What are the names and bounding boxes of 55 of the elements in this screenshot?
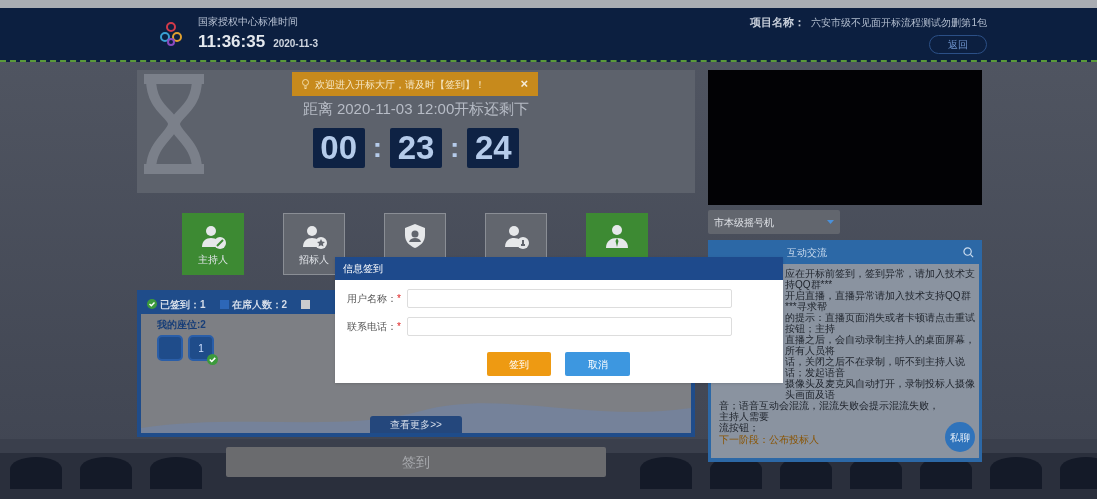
chat-text-line: 流按钮； — [718, 422, 759, 433]
clock-date: 2020-11-3 — [273, 36, 319, 51]
input-field[interactable] — [407, 317, 732, 336]
chat-text-line: 的提示：直播页面消失或者卡顿请点击重试按钮；主持 — [784, 312, 975, 334]
toast-text: 欢迎进入开标大厅，请及时【签到】！ — [315, 77, 485, 92]
next-stage-text: 下一阶段：公布投标人 — [718, 434, 819, 445]
countdown-hours: 00 — [312, 127, 365, 168]
required-mark: * — [397, 320, 402, 334]
shield-user-icon — [402, 223, 428, 249]
dialog-title: 信息签到 — [343, 262, 383, 276]
colon: : — [450, 130, 460, 165]
chat-title: 互动交流 — [787, 245, 827, 260]
close-button[interactable]: × — [520, 74, 528, 94]
chat-text-line: 摄像头及麦克风自动打开，录制投标人摄像头画面及语 — [785, 378, 975, 400]
signed-count: 已签到：1 — [160, 297, 206, 312]
chat-text-line: 话，关闭之后不在录制，听不到主持人说话；发起语音 — [784, 356, 966, 378]
my-seat-label: 我的座位:2 — [157, 318, 206, 332]
colon: : — [372, 130, 382, 165]
field-label: 用户名称： — [347, 292, 397, 306]
input-field[interactable] — [407, 289, 732, 308]
field-label: 联系电话： — [347, 320, 397, 334]
countdown-title: 距离 2020-11-03 12:00开标还剩下 — [302, 99, 530, 119]
legend-square — [219, 299, 229, 309]
bulb-icon — [302, 79, 309, 89]
user-badge-icon — [503, 223, 529, 249]
clock-time: 11:36:35 — [198, 30, 266, 53]
seat-number: 1 — [198, 341, 204, 356]
cancel-button[interactable]: 取消 — [565, 352, 630, 376]
sign-in-button[interactable]: 签到 — [226, 447, 606, 477]
user-star-icon — [301, 223, 327, 249]
role-tile[interactable]: 主持人 — [182, 213, 244, 275]
check-icon — [207, 354, 218, 365]
user-pen-icon — [200, 223, 226, 249]
project-name: 六安市级不见面开标流程测试勿删第1包 — [811, 16, 987, 31]
chat-text-line: 音；语音互动会混流，混流失败会提示混流失败，主持人需要 — [718, 400, 940, 422]
countdown-minutes: 23 — [390, 127, 442, 168]
legend-square — [301, 299, 311, 309]
device-select[interactable]: 市本级摇号机 — [708, 210, 840, 234]
confirm-button[interactable]: 签到 — [487, 352, 551, 376]
present-count: 在席人数：2 — [231, 297, 288, 312]
user-tie-icon — [604, 223, 630, 249]
countdown-seconds: 24 — [467, 127, 520, 168]
caret-icon — [827, 220, 834, 224]
logo-icon — [160, 22, 182, 46]
search-icon[interactable] — [963, 246, 974, 258]
chat-text-line: 开启直播，直播异常请加入技术支持QQ群***寻求帮 — [784, 290, 972, 312]
check-icon — [147, 299, 157, 309]
project-label: 项目名称： — [750, 15, 806, 31]
required-mark: * — [397, 292, 402, 306]
chat-text-line: 直播之后，会自动录制主持人的桌面屏幕，所有人员将 — [784, 334, 975, 356]
view-more-tab[interactable]: 查看更多>> — [370, 416, 462, 433]
time-label: 国家授权中心标准时间 — [198, 14, 299, 29]
role-label: 主持人 — [198, 253, 228, 267]
role-label: 招标人 — [299, 253, 329, 267]
chat-text-line: 应在开标前签到，签到异常，请加入技术支持QQ群*** — [784, 268, 975, 290]
